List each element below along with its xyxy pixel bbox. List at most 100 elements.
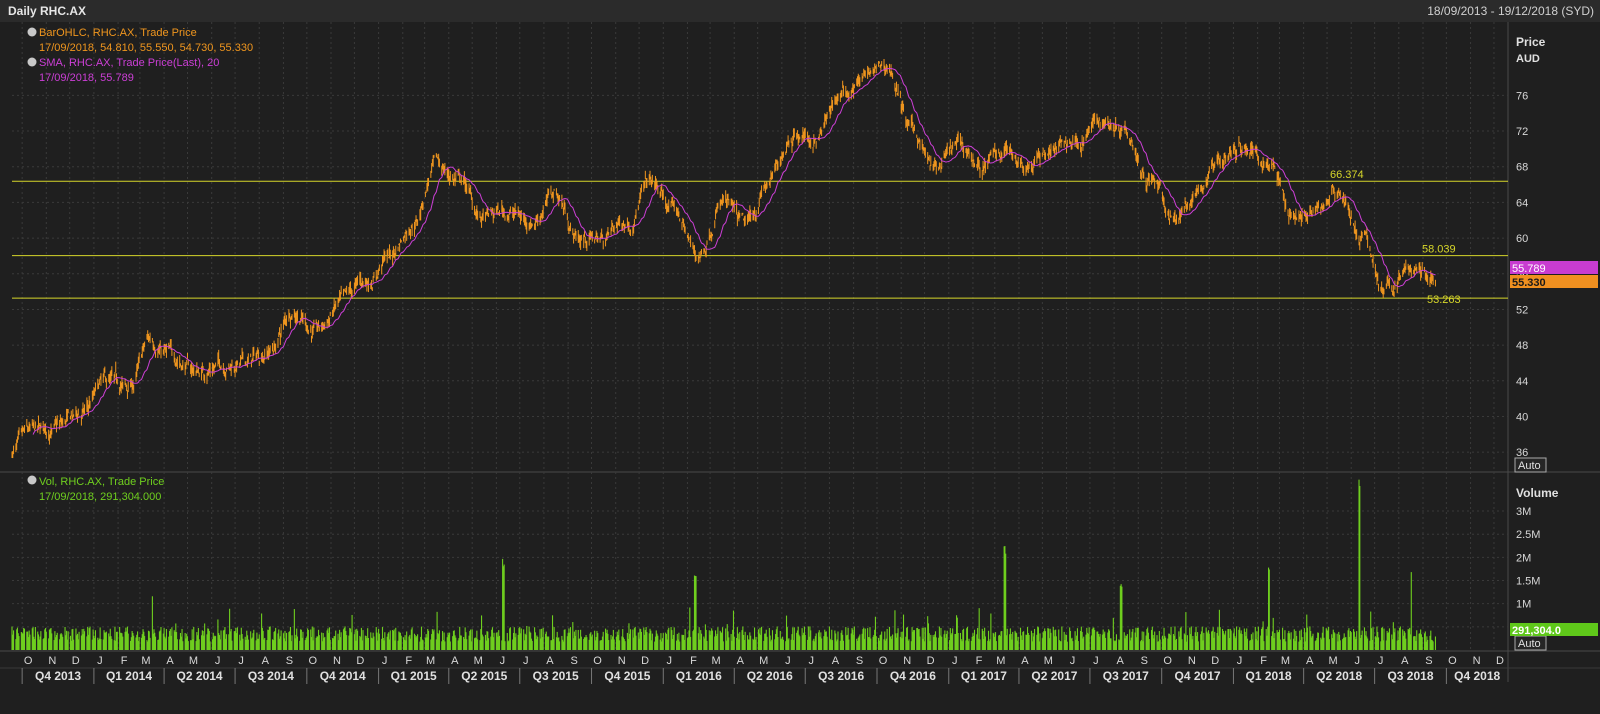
quarter-label: Q1 2016 (676, 669, 722, 683)
price-axis-unit: AUD (1516, 53, 1540, 65)
month-label: N (903, 655, 911, 667)
month-label: S (1141, 655, 1148, 667)
month-label: J (1354, 655, 1360, 667)
level-label: 66.374 (1330, 169, 1364, 181)
month-label: D (1496, 655, 1504, 667)
globe-icon[interactable] (27, 27, 37, 37)
month-label: D (927, 655, 935, 667)
volume-value-badge: 291,304.0 (1510, 623, 1598, 637)
quarter-label: Q4 2017 (1175, 669, 1221, 683)
price-tick-label: 48 (1516, 340, 1528, 352)
quarter-label: Q3 2016 (818, 669, 864, 683)
month-label: O (24, 655, 33, 667)
month-label: A (1306, 655, 1314, 667)
quarter-label: Q1 2017 (961, 669, 1007, 683)
month-label: O (1448, 655, 1457, 667)
quarter-label: Q3 2015 (533, 669, 579, 683)
price-tick-label: 52 (1516, 304, 1528, 316)
month-label: A (737, 655, 745, 667)
price-tick-label: 36 (1516, 447, 1528, 459)
month-label: F (405, 655, 412, 667)
month-label: D (641, 655, 649, 667)
volume-auto-button[interactable]: Auto (1514, 635, 1547, 651)
month-label: D (356, 655, 364, 667)
month-label: J (808, 655, 814, 667)
month-label: M (474, 655, 483, 667)
month-label: A (1116, 655, 1124, 667)
month-label: J (215, 655, 221, 667)
month-label: M (1328, 655, 1337, 667)
quarter-label: Q1 2014 (106, 669, 152, 683)
month-label: S (856, 655, 863, 667)
month-label: O (879, 655, 888, 667)
quarter-label: Q2 2017 (1031, 669, 1077, 683)
month-label: N (48, 655, 56, 667)
month-label: F (690, 655, 697, 667)
price-auto-button[interactable]: Auto (1514, 457, 1547, 473)
month-label: A (262, 655, 270, 667)
month-label: O (1163, 655, 1172, 667)
month-label: J (1070, 655, 1076, 667)
month-label: J (97, 655, 103, 667)
sma-legend-line2: 17/09/2018, 55.789 (39, 72, 134, 84)
month-label: D (72, 655, 80, 667)
month-label: J (785, 655, 791, 667)
svg-text:55.330: 55.330 (1512, 277, 1546, 289)
month-label: A (546, 655, 554, 667)
quarter-label: Q2 2018 (1316, 669, 1362, 683)
month-label: J (523, 655, 529, 667)
vol-legend-line1: Vol, RHC.AX, Trade Price (39, 476, 164, 488)
quarter-label: Q3 2014 (248, 669, 294, 683)
volume-tick-label: 3M (1516, 506, 1531, 518)
volume-tick-label: 1.5M (1516, 576, 1540, 588)
month-label: M (1044, 655, 1053, 667)
price-tick-label: 44 (1516, 376, 1528, 388)
svg-text:291,304.0: 291,304.0 (1512, 625, 1561, 637)
month-label: J (1093, 655, 1099, 667)
price-tick-label: 60 (1516, 233, 1528, 245)
month-label: F (121, 655, 128, 667)
price-tick-label: 76 (1516, 90, 1528, 102)
quarter-label: Q4 2013 (35, 669, 81, 683)
month-label: O (309, 655, 318, 667)
globe-icon[interactable] (27, 57, 37, 67)
price-tick-label: 68 (1516, 162, 1528, 174)
chart-canvas[interactable]: 66.37458.03953.263 364044485256606468727… (0, 22, 1600, 714)
quarter-label: Q3 2017 (1103, 669, 1149, 683)
quarter-label: Q4 2018 (1454, 669, 1500, 683)
volume-tick-label: 2M (1516, 552, 1531, 564)
month-label: M (141, 655, 150, 667)
price-tick-label: 64 (1516, 197, 1528, 209)
price-tick-label: 72 (1516, 126, 1528, 138)
month-label: S (1425, 655, 1432, 667)
month-label: A (451, 655, 459, 667)
level-label: 53.263 (1427, 294, 1461, 306)
month-label: M (759, 655, 768, 667)
month-label: O (593, 655, 602, 667)
month-label: S (570, 655, 577, 667)
price-axis-title: Price (1516, 35, 1546, 49)
quarter-label: Q3 2018 (1387, 669, 1433, 683)
title-bar: Daily RHC.AX 18/09/2013 - 19/12/2018 (SY… (0, 0, 1600, 23)
month-label: A (1021, 655, 1029, 667)
quarter-label: Q2 2015 (461, 669, 507, 683)
month-label: M (711, 655, 720, 667)
sma-legend-line1: SMA, RHC.AX, Trade Price(Last), 20 (39, 57, 219, 69)
svg-text:Auto: Auto (1518, 638, 1541, 650)
month-label: M (189, 655, 198, 667)
month-label: J (238, 655, 244, 667)
month-label: F (1260, 655, 1267, 667)
volume-tick-label: 1M (1516, 599, 1531, 611)
quarter-label: Q1 2018 (1246, 669, 1292, 683)
month-label: J (952, 655, 958, 667)
globe-icon[interactable] (27, 475, 37, 485)
quarter-label: Q4 2015 (604, 669, 650, 683)
level-label: 58.039 (1422, 244, 1456, 256)
price-tick-label: 40 (1516, 411, 1528, 423)
quarter-label: Q4 2014 (320, 669, 366, 683)
month-label: J (667, 655, 673, 667)
month-label: A (1401, 655, 1409, 667)
svg-text:55.789: 55.789 (1512, 263, 1546, 275)
svg-text:Auto: Auto (1518, 460, 1541, 472)
sma-value-badge: 55.789 (1510, 261, 1598, 275)
